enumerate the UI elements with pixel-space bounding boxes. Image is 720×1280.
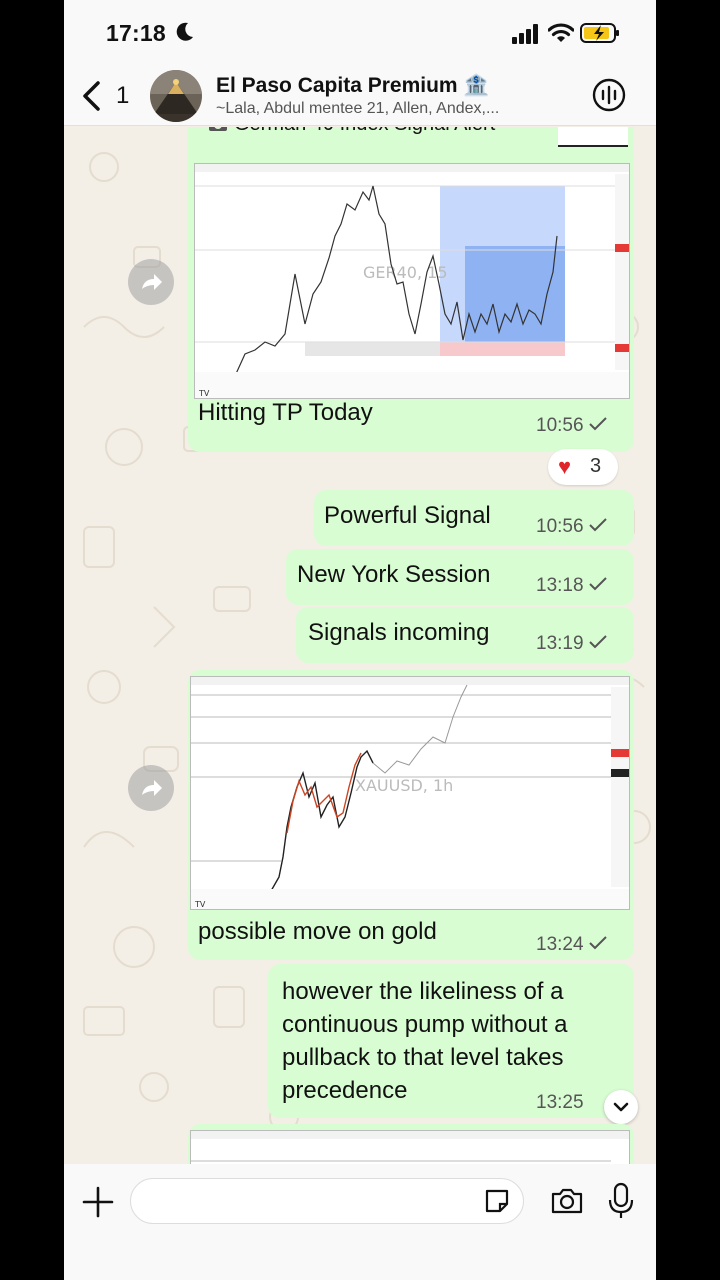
message-list[interactable]: German 40 Index Signal Alert GER40, 15	[64, 127, 656, 1164]
message-text: New York Session	[297, 561, 491, 588]
message-text: Powerful Signal	[324, 502, 491, 529]
message-caption: possible move on gold	[198, 918, 437, 945]
message-time: 10:56	[536, 516, 607, 538]
reaction-count: 3	[590, 455, 602, 477]
cellular-signal-icon	[512, 24, 538, 44]
message-bubble-image-2[interactable]: XAUUSD, 1h TV possible move on gold 13:2…	[188, 670, 634, 960]
sent-check-icon	[589, 518, 607, 532]
quoted-caption: German 40 Index Signal Alert	[234, 127, 496, 136]
message-bubble-text[interactable]: however the likeliness of a continuous p…	[268, 964, 634, 1118]
status-time: 17:18	[106, 20, 166, 46]
chart-watermark: XAUUSD, 1h	[355, 776, 453, 795]
sent-check-icon	[589, 635, 607, 649]
chart-image-xauusd[interactable]: XAUUSD, 1h TV	[190, 676, 630, 910]
forward-button[interactable]	[128, 259, 174, 305]
sent-check-icon	[589, 417, 607, 431]
message-input-bar	[64, 1164, 656, 1280]
group-title[interactable]: El Paso Capita Premium 🏦	[216, 74, 490, 98]
sticker-icon[interactable]	[482, 1186, 512, 1216]
sent-check-icon	[589, 577, 607, 591]
status-bar: 17:18	[64, 0, 656, 66]
message-text-line: however the likeliness of a	[282, 978, 564, 1005]
chat-screen: 17:18 1 El Paso Capita Premium 🏦 ~Lala, …	[64, 0, 656, 1280]
reaction-badge[interactable]: ♥ 3	[548, 449, 618, 485]
forward-arrow-icon	[142, 780, 162, 796]
group-members[interactable]: ~Lala, Abdul mentee 21, Allen, Andex,...	[216, 100, 546, 118]
message-bubble-image-3[interactable]	[188, 1124, 634, 1164]
audio-waveform-icon[interactable]	[592, 78, 626, 112]
sent-check-icon	[589, 936, 607, 950]
camera-icon	[209, 127, 227, 131]
battery-charging-icon	[580, 23, 619, 43]
message-bubble-text[interactable]: Powerful Signal 10:56	[314, 490, 634, 546]
back-button[interactable]: 1	[80, 76, 130, 116]
message-time: 13:19	[536, 633, 607, 655]
message-bubble-text[interactable]: New York Session 13:18	[286, 549, 634, 605]
chevron-left-icon	[83, 81, 100, 111]
chevron-down-icon	[613, 1102, 629, 1112]
quote-thumbnail	[558, 127, 628, 147]
heart-reaction-icon: ♥	[558, 454, 572, 479]
wifi-icon	[548, 23, 574, 42]
message-text-line: precedence	[282, 1077, 408, 1104]
message-time: 13:25	[536, 1092, 584, 1113]
message-time: 13:24	[536, 934, 607, 956]
chart-image-ger40[interactable]: GER40, 15 TV	[194, 163, 630, 399]
message-input[interactable]	[130, 1178, 524, 1224]
camera-icon[interactable]	[550, 1184, 584, 1218]
forward-button[interactable]	[128, 765, 174, 811]
message-caption: Hitting TP Today	[198, 399, 373, 426]
message-text: Signals incoming	[308, 619, 490, 646]
message-text-line: pullback to that level takes	[282, 1044, 564, 1071]
message-bubble-text[interactable]: Signals incoming 13:19	[296, 607, 634, 663]
svg-text:TV: TV	[198, 389, 210, 398]
message-time: 13:18	[536, 575, 607, 597]
svg-text:TV: TV	[194, 900, 206, 909]
forward-arrow-icon	[142, 274, 162, 290]
message-time: 10:56	[536, 415, 607, 437]
plus-icon[interactable]	[80, 1184, 116, 1220]
chart-image-partial[interactable]	[190, 1130, 630, 1164]
message-text-line: continuous pump without a	[282, 1011, 568, 1038]
scroll-to-bottom-button[interactable]	[604, 1090, 638, 1124]
unread-count: 1	[116, 82, 130, 109]
moon-icon	[176, 22, 193, 41]
microphone-icon[interactable]	[608, 1182, 634, 1220]
group-avatar[interactable]	[150, 70, 202, 122]
chat-header: 1 El Paso Capita Premium 🏦 ~Lala, Abdul …	[64, 66, 656, 126]
message-bubble-image-1[interactable]: German 40 Index Signal Alert GER40, 15	[188, 127, 634, 452]
